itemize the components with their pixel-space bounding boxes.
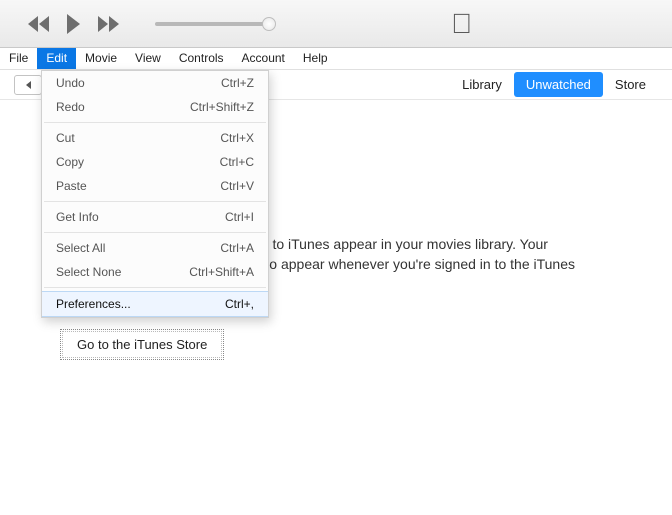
menu-separator [44, 122, 266, 123]
apple-logo-icon:  [451, 8, 472, 40]
menu-item-label: Copy [56, 155, 84, 169]
menu-item-label: Redo [56, 100, 85, 114]
menu-item-label: Undo [56, 76, 85, 90]
menu-item-shortcut: Ctrl+C [220, 155, 254, 169]
menu-item-select-all[interactable]: Select All Ctrl+A [42, 236, 268, 260]
back-button[interactable] [14, 75, 42, 95]
menu-item-label: Preferences... [56, 297, 131, 311]
menu-movie[interactable]: Movie [76, 48, 126, 69]
menu-separator [44, 232, 266, 233]
menu-separator [44, 287, 266, 288]
menu-account[interactable]: Account [233, 48, 294, 69]
menu-item-label: Select All [56, 241, 105, 255]
tab-library[interactable]: Library [450, 72, 514, 97]
menu-bar: FileEditMovieViewControlsAccountHelp [0, 48, 672, 70]
tab-unwatched[interactable]: Unwatched [514, 72, 603, 97]
menu-item-label: Get Info [56, 210, 99, 224]
menu-item-shortcut: Ctrl+V [220, 179, 254, 193]
volume-slider[interactable] [155, 22, 270, 26]
menu-item-shortcut: Ctrl+I [225, 210, 254, 224]
menu-item-shortcut: Ctrl+A [220, 241, 254, 255]
menu-item-redo[interactable]: Redo Ctrl+Shift+Z [42, 95, 268, 119]
volume-thumb[interactable] [262, 17, 276, 31]
menu-item-get-info[interactable]: Get Info Ctrl+I [42, 205, 268, 229]
menu-edit[interactable]: Edit [37, 48, 76, 69]
menu-controls[interactable]: Controls [170, 48, 233, 69]
menu-file[interactable]: File [0, 48, 37, 69]
menu-help[interactable]: Help [294, 48, 337, 69]
menu-item-shortcut: Ctrl+Z [221, 76, 254, 90]
menu-item-select-none[interactable]: Select None Ctrl+Shift+A [42, 260, 268, 284]
menu-item-cut[interactable]: Cut Ctrl+X [42, 126, 268, 150]
menu-item-shortcut: Ctrl+Shift+A [189, 265, 254, 279]
menu-item-shortcut: Ctrl+Shift+Z [190, 100, 254, 114]
menu-separator [44, 201, 266, 202]
view-tabs: LibraryUnwatchedStore [450, 72, 672, 97]
play-controls [0, 14, 270, 34]
menu-item-label: Cut [56, 131, 75, 145]
go-to-store-button[interactable]: Go to the iTunes Store [60, 329, 224, 360]
menu-item-shortcut: Ctrl+X [220, 131, 254, 145]
edit-menu-dropdown: UndoCtrl+ZRedoCtrl+Shift+ZCutCtrl+XCopyC… [41, 70, 269, 318]
menu-item-preferences[interactable]: Preferences... Ctrl+, [42, 291, 268, 317]
menu-item-copy[interactable]: Copy Ctrl+C [42, 150, 268, 174]
fast-forward-icon[interactable] [98, 16, 119, 32]
tab-store[interactable]: Store [603, 72, 658, 97]
play-icon[interactable] [67, 14, 80, 34]
menu-item-label: Select None [56, 265, 121, 279]
chevron-left-icon [26, 81, 31, 89]
menu-item-undo[interactable]: Undo Ctrl+Z [42, 71, 268, 95]
playback-bar:  [0, 0, 672, 48]
menu-item-shortcut: Ctrl+, [225, 297, 254, 311]
menu-item-label: Paste [56, 179, 87, 193]
menu-item-paste[interactable]: Paste Ctrl+V [42, 174, 268, 198]
menu-view[interactable]: View [126, 48, 170, 69]
rewind-icon[interactable] [28, 16, 49, 32]
